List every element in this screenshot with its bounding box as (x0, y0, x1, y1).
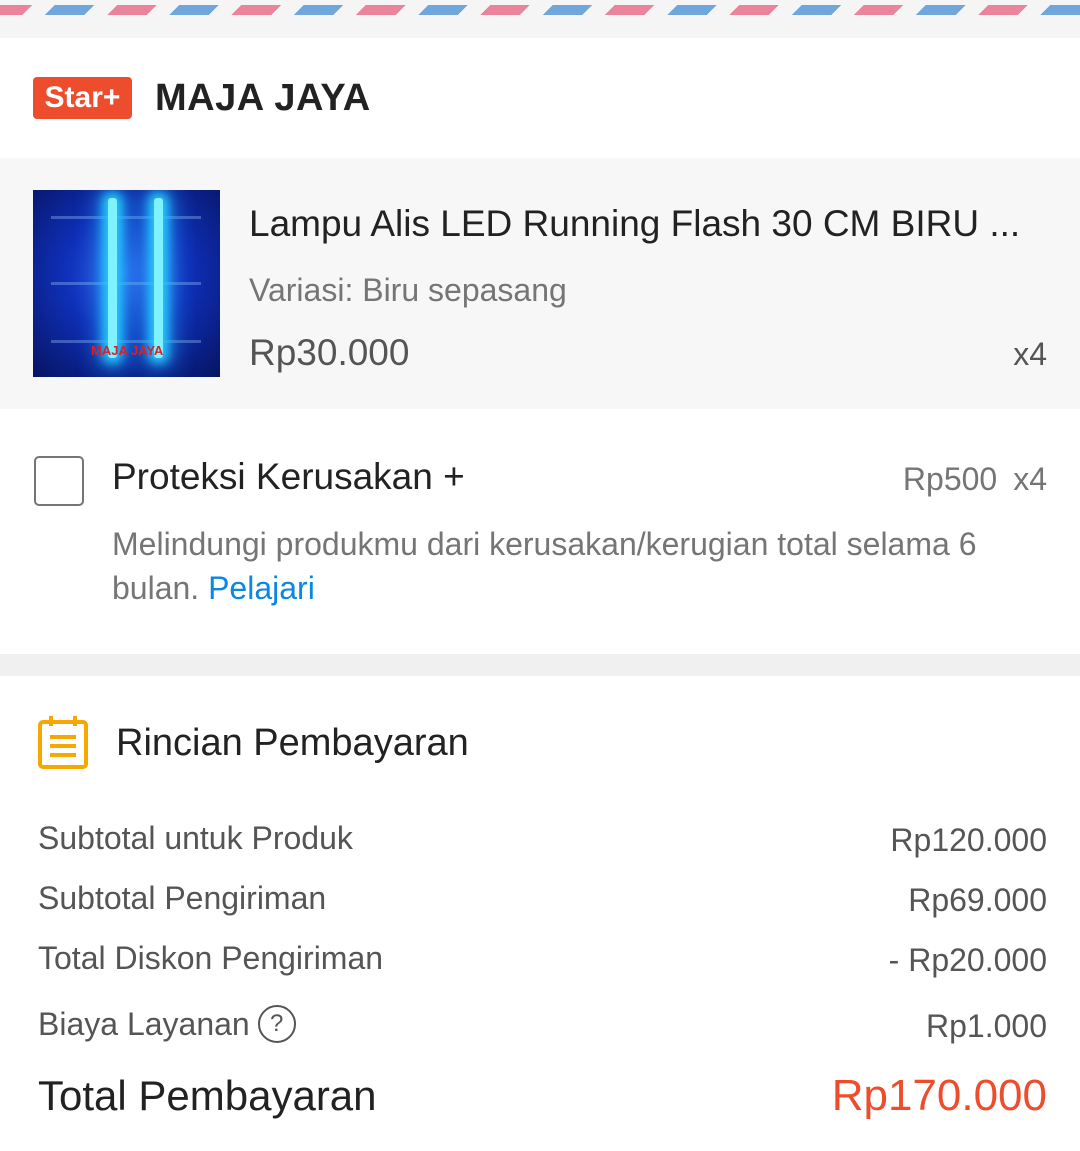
protection-description-block: Melindungi produkmu dari kerusakan/kerug… (112, 522, 1042, 610)
subtotal-shipping-value: Rp69.000 (908, 882, 1047, 918)
total-payment-label: Total Pembayaran (38, 1072, 377, 1119)
product-price: Rp30.000 (249, 332, 410, 373)
service-fee-label: Biaya Layanan (38, 1006, 250, 1042)
protection-checkbox[interactable] (34, 456, 84, 506)
shop-header[interactable]: Star+ MAJA JAYA (0, 38, 1080, 158)
protection-quantity: x4 (1013, 461, 1047, 497)
learn-more-link[interactable]: Pelajari (208, 570, 315, 606)
airmail-stripes (0, 5, 1080, 15)
product-quantity: x4 (1013, 336, 1047, 372)
shipping-discount-value: - Rp20.000 (888, 942, 1047, 978)
product-title: Lampu Alis LED Running Flash 30 CM BIRU … (249, 203, 1021, 244)
protection-price: Rp500 (902, 461, 998, 497)
total-payment-value: Rp170.000 (831, 1071, 1047, 1120)
product-image: MAJA JAYA (33, 190, 220, 377)
damage-protection-section: Proteksi Kerusakan + Rp500 x4 Melindungi … (0, 409, 1080, 654)
shop-name[interactable]: MAJA JAYA (155, 75, 371, 121)
subtotal-products-value: Rp120.000 (890, 822, 1047, 858)
payment-details-title: Rincian Pembayaran (116, 722, 469, 764)
subtotal-shipping-label: Subtotal Pengiriman (38, 880, 327, 916)
shipping-discount-label: Total Diskon Pengiriman (38, 940, 384, 976)
service-fee-value: Rp1.000 (926, 1008, 1047, 1044)
protection-title: Proteksi Kerusakan + (112, 456, 465, 497)
product-image-watermark: MAJA JAYA (91, 343, 164, 358)
section-divider (0, 654, 1080, 676)
star-plus-badge: Star+ (33, 77, 132, 119)
receipt-icon (38, 716, 88, 769)
service-fee-row: Biaya Layanan? (38, 1004, 296, 1046)
help-icon[interactable]: ? (257, 1004, 296, 1043)
product-variant: Variasi: Biru sepasang (249, 272, 567, 308)
payment-details-section: Rincian Pembayaran Subtotal untuk Produk… (0, 676, 1080, 1151)
product-item[interactable]: MAJA JAYA Lampu Alis LED Running Flash 3… (0, 158, 1080, 409)
subtotal-products-label: Subtotal untuk Produk (38, 820, 353, 856)
airmail-border (0, 0, 1080, 38)
protection-price-group: Rp500 x4 (903, 459, 1047, 499)
